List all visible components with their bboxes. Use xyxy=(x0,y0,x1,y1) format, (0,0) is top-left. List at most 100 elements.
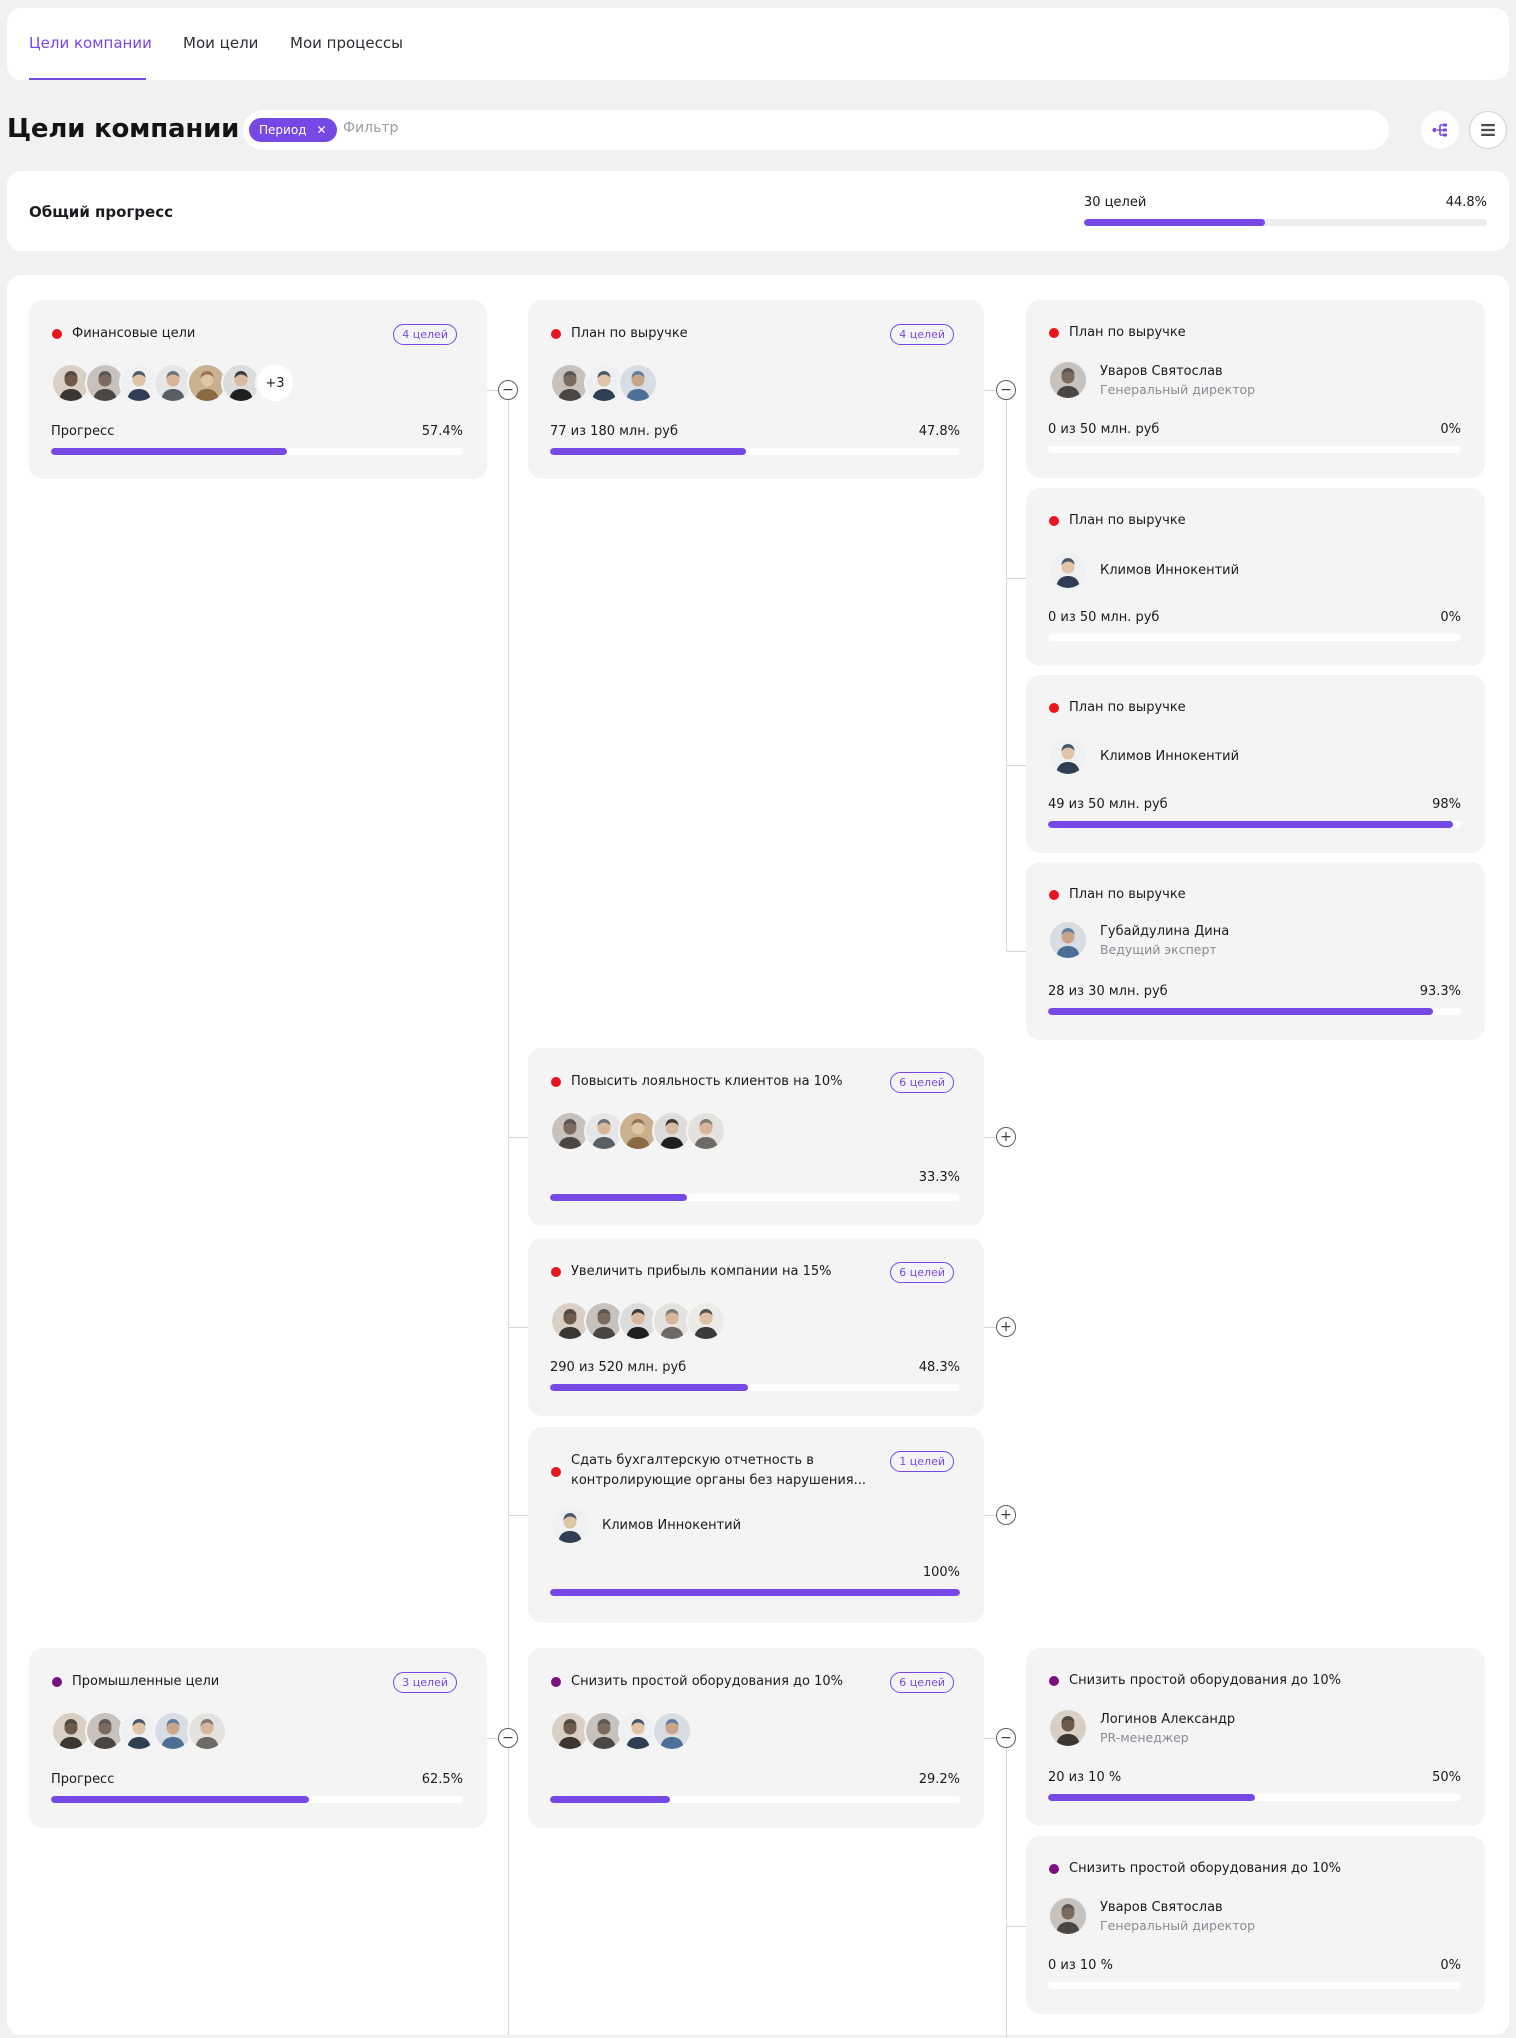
progress-percent: 47.8% xyxy=(918,424,960,439)
person-photo-icon xyxy=(53,365,89,401)
tabs-bar: Цели компании Мои цели Мои процессы xyxy=(7,8,1509,80)
close-icon[interactable]: ✕ xyxy=(316,118,326,142)
goal-count-badge: 4 целей xyxy=(890,324,954,345)
progress-label: 290 из 520 млн. руб xyxy=(550,1360,687,1375)
goal-count-badge: 6 целей xyxy=(890,1262,954,1283)
tree-connector xyxy=(508,390,509,2035)
progress-percent: 0% xyxy=(1440,422,1461,437)
goal-title: План по выручке xyxy=(1069,700,1186,715)
status-dot xyxy=(1049,1864,1059,1874)
collapse-button[interactable]: − xyxy=(498,1728,518,1748)
collapse-button[interactable]: − xyxy=(996,1728,1016,1748)
progress-bar xyxy=(550,1194,960,1201)
progress-fill xyxy=(550,1194,687,1201)
goal-title: План по выручке xyxy=(571,326,688,341)
expand-button[interactable]: + xyxy=(996,1505,1016,1525)
tree-connector xyxy=(508,1327,528,1328)
goal-card-financial[interactable]: Финансовые цели 4 целей +3 Прогресс 57.4… xyxy=(29,300,487,479)
goal-title: Снизить простой оборудования до 10% xyxy=(571,1674,844,1689)
goal-card-revenue-plan-klimov-2[interactable]: План по выручке Климов Иннокентий 49 из … xyxy=(1026,675,1485,853)
status-dot xyxy=(551,1467,561,1477)
tab-my-goals[interactable]: Мои цели xyxy=(183,34,258,52)
goal-title: План по выручке xyxy=(1069,513,1186,528)
progress-bar xyxy=(1048,1794,1461,1801)
person-photo-icon xyxy=(121,1713,157,1749)
goal-count-badge: 6 целей xyxy=(890,1072,954,1093)
collapse-button[interactable]: − xyxy=(996,380,1016,400)
person-photo-icon xyxy=(620,1113,656,1149)
person-photo-icon xyxy=(223,365,259,401)
tab-company-goals[interactable]: Цели компании xyxy=(29,34,152,52)
goal-title: Снизить простой оборудования до 10% xyxy=(1069,1861,1342,1876)
goal-card-industrial[interactable]: Промышленные цели 3 целей Прогресс 62.5% xyxy=(29,1648,487,1828)
overall-goals-count: 30 целей xyxy=(1084,195,1147,210)
assignee-role: Ведущий эксперт xyxy=(1100,941,1217,957)
goal-card-increase-profit[interactable]: Увеличить прибыль компании на 15% 6 целе… xyxy=(528,1238,984,1416)
collapse-button[interactable]: − xyxy=(498,380,518,400)
person-photo-icon xyxy=(189,1713,225,1749)
progress-bar xyxy=(550,1589,960,1596)
goal-card-equipment-downtime[interactable]: Снизить простой оборудования до 10% 6 це… xyxy=(528,1648,984,1828)
goal-title: Повысить лояльность клиентов на 10% xyxy=(571,1074,843,1089)
progress-fill xyxy=(51,1796,309,1803)
expand-button[interactable]: + xyxy=(996,1127,1016,1147)
progress-fill xyxy=(550,1384,749,1391)
progress-percent: 93.3% xyxy=(1419,984,1461,999)
goal-card-revenue-plan-uvarov[interactable]: План по выручке Уваров Святослав Генерал… xyxy=(1026,300,1485,478)
avatar xyxy=(1048,736,1088,776)
page-title: Цели компании xyxy=(7,114,240,144)
assignee-role: PR-менеджер xyxy=(1100,1729,1189,1745)
goal-card-revenue-plan-klimov[interactable]: План по выручке Климов Иннокентий 0 из 5… xyxy=(1026,488,1485,666)
period-chip[interactable]: Период ✕ xyxy=(249,118,337,142)
assignee-name: Губайдулина Дина xyxy=(1100,923,1230,939)
status-dot xyxy=(52,329,62,339)
overall-progress-panel: Общий прогресс 30 целей 44.8% xyxy=(7,171,1509,251)
tree-connector xyxy=(1006,1738,1007,2038)
goal-card-downtime-uvarov[interactable]: Снизить простой оборудования до 10% Увар… xyxy=(1026,1836,1485,2014)
progress-fill xyxy=(1048,821,1453,828)
goal-card-revenue-plan-gubaydulina[interactable]: План по выручке Губайдулина Дина Ведущий… xyxy=(1026,862,1485,1040)
progress-percent: 33.3% xyxy=(918,1170,960,1185)
assignee-name: Климов Иннокентий xyxy=(1100,748,1240,764)
progress-label: 77 из 180 млн. руб xyxy=(550,424,678,439)
overall-progress-bar xyxy=(1084,219,1487,226)
goal-count-badge: 1 целей xyxy=(890,1451,954,1472)
goal-card-accounting-report[interactable]: Сдать бухгалтерскую отчетность в контрол… xyxy=(528,1427,984,1623)
avatar xyxy=(618,363,658,403)
person-photo-icon xyxy=(53,1713,89,1749)
avatar xyxy=(550,1505,590,1545)
goal-count-badge: 4 целей xyxy=(393,324,457,345)
overall-progress-fill xyxy=(1084,219,1265,226)
progress-bar xyxy=(1048,634,1461,641)
filter-bar: Период ✕ xyxy=(243,110,1389,150)
tree-view-button[interactable] xyxy=(1421,111,1459,149)
person-photo-icon xyxy=(552,1303,588,1339)
assignee-role: Генеральный директор xyxy=(1100,1917,1256,1933)
list-view-icon xyxy=(1481,124,1495,136)
tab-my-processes[interactable]: Мои процессы xyxy=(290,34,403,52)
person-photo-icon xyxy=(654,1113,690,1149)
assignee-name: Уваров Святослав xyxy=(1100,1899,1223,1915)
expand-button[interactable]: + xyxy=(996,1317,1016,1337)
avatar xyxy=(1048,360,1088,400)
person-photo-icon xyxy=(1050,1710,1086,1746)
person-photo-icon xyxy=(620,365,656,401)
progress-label: 20 из 10 % xyxy=(1048,1770,1122,1785)
tree-connector xyxy=(1006,951,1026,952)
avatar xyxy=(1048,1708,1088,1748)
more-avatars-count[interactable]: +3 xyxy=(255,363,295,403)
assignee: Уваров Святослав Генеральный директор xyxy=(1048,1896,1255,1936)
filter-input[interactable] xyxy=(343,120,943,136)
goal-card-customer-loyalty[interactable]: Повысить лояльность клиентов на 10% 6 це… xyxy=(528,1048,984,1226)
list-view-button[interactable] xyxy=(1469,111,1507,149)
person-photo-icon xyxy=(1050,922,1086,958)
progress-label: 0 из 50 млн. руб xyxy=(1048,610,1160,625)
goal-title: Снизить простой оборудования до 10% xyxy=(1069,1673,1342,1688)
avatar-group xyxy=(550,1711,692,1751)
person-photo-icon xyxy=(552,1113,588,1149)
progress-bar xyxy=(51,448,463,455)
assignee-name: Климов Иннокентий xyxy=(1100,562,1240,578)
goal-card-revenue-plan[interactable]: План по выручке 4 целей 77 из 180 млн. р… xyxy=(528,300,984,479)
person-photo-icon xyxy=(1050,1898,1086,1934)
goal-card-downtime-loginov[interactable]: Снизить простой оборудования до 10% Логи… xyxy=(1026,1648,1485,1826)
